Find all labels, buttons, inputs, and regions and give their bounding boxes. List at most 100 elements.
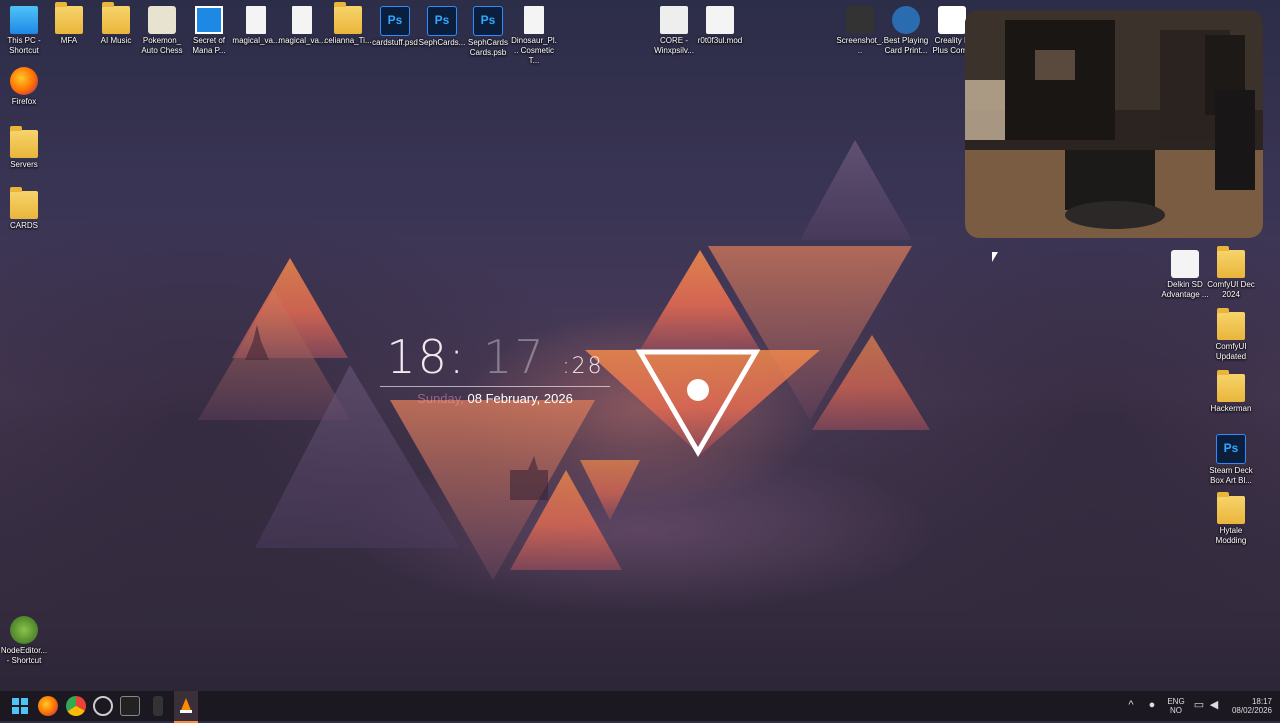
taskbar-clock[interactable]: 18:17 08/02/2026 [1228, 697, 1272, 715]
desktop-icon-label: Hytale Modding [1215, 526, 1247, 545]
desktop-icon-label: Dinosaur_Pl... Cosmetic T... [511, 36, 557, 65]
desktop-icon-ai-music[interactable]: AI Music [92, 2, 140, 46]
folder-icon [102, 2, 130, 34]
folder-icon [10, 187, 38, 219]
app-icon [660, 6, 688, 34]
desktop-icon-label: ComfyUI Dec 2024 [1207, 280, 1255, 299]
desktop-icon-mfa[interactable]: MFA [45, 2, 93, 46]
desktop-icon-delkin[interactable]: Delkin SD Advantage ... [1161, 246, 1209, 300]
desktop-icon-magical-va-1[interactable]: magical_va... [232, 2, 280, 46]
pc-icon [10, 6, 38, 34]
keyboard-layout: NO [1170, 706, 1182, 715]
clock-date: Sunday, 08 February, 2026 [380, 391, 610, 406]
taskbar-time: 18:17 [1251, 697, 1272, 706]
desktop-icon-label: Screenshot_... [836, 36, 884, 55]
app-icon [938, 6, 966, 34]
desktop-icon-cards[interactable]: CARDS [0, 187, 48, 231]
desktop-icon-label: MFA [60, 36, 78, 45]
desktop-icon-label: Best Playing Card Print... [883, 36, 929, 55]
webcam-feed [965, 10, 1263, 238]
desktop-icon-node-editor[interactable]: NodeEditor... - Shortcut [0, 612, 48, 666]
desktop-icon-label: cardstuff.psd [372, 38, 418, 47]
clock-day: Sunday, [417, 391, 464, 406]
doc-icon [524, 6, 544, 34]
folder-icon [1217, 308, 1245, 340]
firefox-icon [10, 67, 38, 95]
language-code: ENG [1167, 697, 1185, 706]
desktop-icon-dinosaur[interactable]: Dinosaur_Pl... Cosmetic T... [510, 2, 558, 66]
desktop-icon-screenshot[interactable]: Screenshot_... [836, 2, 884, 56]
app-icon [892, 6, 920, 34]
clock-separator: : [448, 330, 467, 384]
desktop-icon-mod-file[interactable]: r0t0f3ul.mod [696, 2, 744, 46]
clock-seconds: :28 [562, 354, 604, 379]
taskbar: ^ ● ENG NO ▭ ◀ 18:17 08/02/2026 [0, 690, 1280, 723]
desktop-icon-sephcards-psb[interactable]: Ps SephCards Cards.psb [464, 2, 512, 58]
photoshop-icon: Ps [473, 6, 503, 36]
desktop-icon-label: magical_va... [232, 36, 280, 45]
settings-icon[interactable] [93, 696, 113, 716]
microphone-icon[interactable]: ● [1146, 699, 1158, 711]
desktop-icon-label: Secret of Mana P... [192, 36, 226, 55]
vlc-icon[interactable] [176, 696, 196, 716]
desktop-icon-label: NodeEditor... - Shortcut [0, 646, 48, 665]
folder-icon [1217, 492, 1245, 524]
desktop-icon-steam-deck[interactable]: Ps Steam Deck Box Art Bl... [1207, 430, 1255, 486]
desktop-icon-label: AI Music [100, 36, 132, 45]
folder-icon [334, 2, 362, 34]
desktop-icon-servers[interactable]: Servers [0, 126, 48, 170]
app-icon [148, 6, 176, 34]
app-icon [195, 6, 223, 34]
desktop-icon-pokemon[interactable]: Pokemon_ Auto Chess [138, 2, 186, 56]
language-indicator[interactable]: ENG NO [1166, 697, 1186, 715]
volume-icon[interactable]: ◀ [1208, 699, 1220, 711]
desktop-icon-cardstuff[interactable]: Ps cardstuff.psd [371, 2, 419, 48]
photoshop-icon: Ps [427, 6, 457, 36]
folder-icon [10, 126, 38, 158]
media-icon [706, 6, 734, 34]
network-icon[interactable]: ▭ [1193, 699, 1205, 711]
desktop-icon-label: This PC - Shortcut [7, 36, 41, 55]
desktop-icon-magical-va-2[interactable]: magical_va... [278, 2, 326, 46]
desktop-icon-firefox[interactable]: Firefox [0, 63, 48, 107]
desktop-icon-core[interactable]: CORE - Winxpsilv... [650, 2, 698, 56]
chrome-icon[interactable] [66, 696, 86, 716]
desktop-icon-label: CARDS [9, 221, 38, 230]
desktop-icon-hytale[interactable]: Hytale Modding [1207, 492, 1255, 546]
start-icon[interactable] [10, 696, 30, 716]
desktop-icon-label: SephCards... [418, 38, 466, 47]
clock-minutes: 17 [483, 330, 546, 384]
desktop-icon-this-pc[interactable]: This PC - Shortcut [0, 2, 48, 56]
folder-icon [1217, 246, 1245, 278]
desktop-icon-comfyui-dec[interactable]: ComfyUI Dec 2024 [1207, 246, 1255, 300]
desktop-icon-label: Servers [10, 160, 38, 169]
desktop-icon-sephcards[interactable]: Ps SephCards... [418, 2, 466, 48]
desktop-icon-label: Hackerman [1210, 404, 1252, 413]
desktop-icon-label: Steam Deck Box Art Bl... [1209, 466, 1253, 485]
folder-icon [55, 2, 83, 34]
app-icon [10, 616, 38, 644]
doc-icon [246, 6, 266, 34]
clock-hours: 18 [386, 330, 449, 384]
doc-icon [292, 6, 312, 34]
clock-time: 18: 17 :28 [380, 330, 610, 384]
desktop-icon-label: Delkin SD Advantage ... [1161, 280, 1209, 299]
clock-widget: 18: 17 :28 Sunday, 08 February, 2026 [380, 330, 610, 406]
desktop-icon-hackerman[interactable]: Hackerman [1207, 370, 1255, 414]
chevron-up-icon[interactable]: ^ [1125, 699, 1137, 711]
clock-date-text: 08 February, 2026 [467, 391, 573, 406]
desktop-icon-comfyui-updated[interactable]: ComfyUI Updated [1207, 308, 1255, 362]
webcam-overlay [965, 10, 1263, 238]
terminal-icon[interactable] [120, 696, 140, 716]
desktop-icon-celianna[interactable]: celianna_Ti... [324, 2, 372, 46]
desktop-icon-label: r0t0f3ul.mod [697, 36, 743, 45]
clock-divider [380, 386, 610, 387]
desktop-icon-label: Firefox [11, 97, 37, 106]
desktop-icon-secret-of-mana[interactable]: Secret of Mana P... [185, 2, 233, 56]
app-icon [1171, 250, 1199, 278]
desktop-icon-label: SephCards Cards.psb [467, 38, 509, 57]
desktop-icon-best-playing-card[interactable]: Best Playing Card Print... [882, 2, 930, 56]
firefox-icon[interactable] [38, 696, 58, 716]
pin-icon[interactable] [153, 696, 163, 716]
folder-icon [1217, 370, 1245, 402]
